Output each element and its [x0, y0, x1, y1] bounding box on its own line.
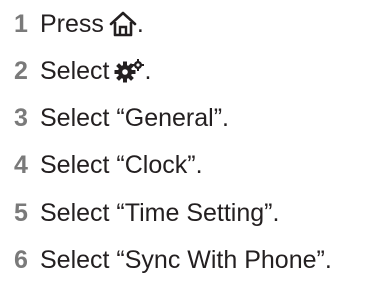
step-text: Select “Sync With Phone”. — [40, 246, 332, 274]
step-text: Select “Clock”. — [40, 151, 203, 179]
step-suffix: . — [136, 10, 144, 38]
step-suffix: . — [144, 57, 152, 85]
step-number: 4 — [14, 151, 28, 179]
step-text: Press . — [40, 6, 144, 42]
step-text-label: Press — [40, 10, 104, 38]
step-text: Select “Time Setting”. — [40, 199, 280, 227]
step-number: 3 — [14, 104, 28, 132]
step-2: 2 Select . — [14, 53, 151, 89]
home-icon — [109, 11, 137, 37]
settings-gears-icon — [114, 59, 145, 83]
step-1: 1 Press . — [14, 6, 144, 42]
step-3: 3 Select “General”. — [14, 100, 229, 136]
step-text-label: Select — [40, 57, 110, 85]
step-number: 2 — [14, 57, 28, 85]
step-number: 1 — [14, 10, 28, 38]
instruction-steps: 1 Press . 2 Select . 3 Select “General”.… — [0, 0, 388, 284]
step-5: 5 Select “Time Setting”. — [14, 195, 279, 231]
step-6: 6 Select “Sync With Phone”. — [14, 242, 332, 278]
step-text: Select “General”. — [40, 104, 229, 132]
step-number: 5 — [14, 199, 28, 227]
step-text: Select . — [40, 53, 151, 89]
step-4: 4 Select “Clock”. — [14, 147, 203, 183]
step-number: 6 — [14, 246, 28, 274]
